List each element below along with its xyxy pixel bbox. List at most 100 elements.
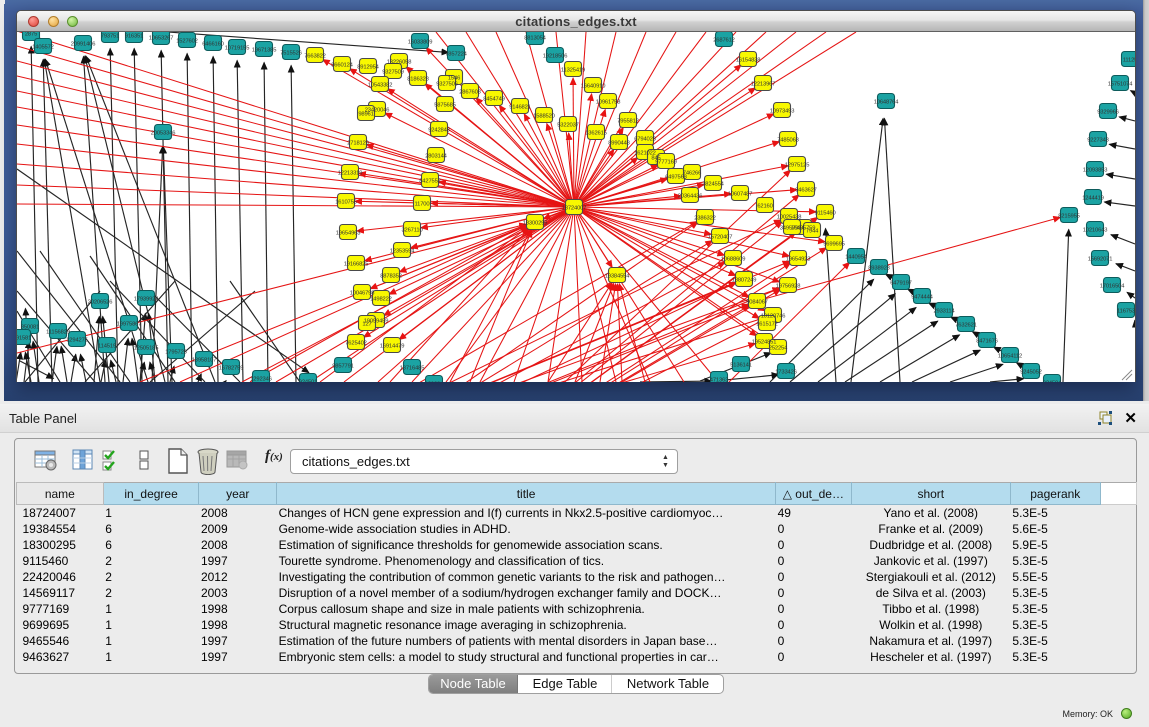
svg-text:11156829: 11156829 [46,330,70,336]
svg-text:19218506: 19218506 [543,54,568,60]
svg-text:13226058: 13226058 [387,60,412,66]
svg-text:252254: 252254 [769,346,788,352]
svg-text:15692071: 15692071 [1088,257,1113,263]
svg-text:8471676: 8471676 [976,339,998,345]
svg-text:6466160: 6466160 [202,42,224,48]
svg-text:10607487: 10607487 [728,192,753,198]
svg-text:8660124: 8660124 [331,63,353,69]
svg-text:20053346: 20053346 [151,131,176,137]
svg-text:98961: 98961 [358,112,373,118]
svg-text:1527602: 1527602 [176,39,198,45]
svg-text:114519: 114519 [98,344,116,350]
svg-text:62160: 62160 [757,204,772,210]
svg-text:2386322: 2386322 [694,216,716,222]
svg-text:471363: 471363 [710,378,728,383]
svg-text:1610755: 1610755 [335,200,357,206]
svg-text:9327506: 9327506 [436,82,458,88]
svg-text:19384554: 19384554 [605,274,631,280]
svg-text:20364436: 20364436 [678,194,703,200]
svg-text:17939924: 17939924 [134,297,160,303]
svg-text:9329966: 9329966 [1097,110,1119,116]
svg-text:2867608: 2867608 [459,90,481,96]
svg-text:19756928: 19756928 [776,284,801,290]
svg-text:9242848: 9242848 [428,128,450,134]
svg-text:10654112: 10654112 [998,354,1022,360]
svg-text:10120746: 10120746 [761,314,786,320]
svg-text:129234: 129234 [425,382,444,383]
svg-text:10025438: 10025438 [777,215,802,221]
svg-text:8454749: 8454749 [483,97,505,103]
svg-text:924501: 924501 [299,380,317,383]
svg-text:7625402: 7625402 [345,341,367,347]
svg-text:7955812: 7955812 [617,119,639,125]
svg-text:746266: 746266 [683,171,701,177]
svg-text:12353594: 12353594 [390,249,416,255]
svg-text:1440954: 1440954 [845,255,867,261]
svg-text:793751: 793751 [101,34,119,40]
svg-text:10688609: 10688609 [721,257,746,263]
svg-text:10210643: 10210643 [1083,228,1108,234]
svg-text:9474444: 9474444 [911,295,933,301]
svg-text:9327509: 9327509 [382,70,404,76]
svg-text:9699695: 9699695 [823,242,845,248]
svg-text:19166825: 19166825 [344,262,369,268]
svg-text:7857224: 7857224 [445,52,467,58]
svg-text:1498222: 1498222 [370,297,392,303]
svg-text:391581: 391581 [17,336,31,342]
svg-text:34957984: 34957984 [780,226,806,232]
svg-text:924504: 924504 [1043,381,1062,383]
svg-text:2687612: 2687612 [713,38,735,44]
svg-text:9146821: 9146821 [509,105,531,111]
svg-text:12213319: 12213319 [338,171,363,177]
svg-text:1733426: 1733426 [775,370,797,376]
svg-text:9777169: 9777169 [655,160,677,166]
svg-text:10653267: 10653267 [149,36,174,42]
svg-text:2718129: 2718129 [347,141,369,147]
svg-text:916351: 916351 [125,34,143,40]
svg-text:1292346: 1292346 [250,377,272,383]
svg-text:11125: 11125 [1123,58,1135,64]
svg-text:12975125: 12975125 [785,163,810,169]
svg-text:19975867: 19975867 [117,322,142,328]
svg-text:12213967: 12213967 [751,82,776,88]
svg-text:1405572: 1405572 [32,45,54,51]
svg-text:3824554: 3824554 [702,182,724,188]
svg-text:850081: 850081 [21,325,39,331]
svg-text:10719155: 10719155 [225,46,250,52]
svg-text:15751074: 15751074 [1108,82,1134,88]
svg-text:13958107: 13958107 [192,358,217,364]
svg-text:2803144: 2803144 [425,154,447,160]
svg-text:10961758: 10961758 [596,100,621,106]
svg-text:8912954: 8912954 [357,65,379,71]
svg-text:8878352: 8878352 [380,274,402,280]
svg-text:8427552: 8427552 [419,179,441,185]
svg-text:12093853: 12093853 [1083,168,1108,174]
svg-text:10543382: 10543382 [368,83,393,89]
svg-text:19671385: 19671385 [252,48,277,54]
svg-text:1362615: 1362615 [585,131,607,137]
svg-text:2933114: 2933114 [933,309,955,315]
svg-text:17016504: 17016504 [1100,284,1126,290]
svg-text:19654963: 19654963 [336,231,361,237]
svg-text:16782759: 16782759 [219,366,244,372]
svg-text:5322037: 5322037 [557,123,579,129]
svg-text:9227343: 9227343 [1087,138,1109,144]
svg-text:9115460: 9115460 [814,211,835,217]
svg-text:1615172: 1615172 [756,322,778,328]
svg-text:1588520: 1588520 [533,114,555,120]
svg-text:18724007: 18724007 [562,206,587,212]
svg-text:8215955: 8215955 [1058,214,1080,220]
svg-text:8938923: 8938923 [868,266,890,272]
svg-text:9084067: 9084067 [746,300,768,306]
svg-text:1795726: 1795726 [165,350,187,356]
svg-text:8813054: 8813054 [524,36,546,42]
svg-text:127: 127 [362,322,371,328]
svg-text:20991406: 20991406 [71,42,96,48]
svg-text:16154838: 16154838 [736,58,761,64]
svg-text:7485063: 7485063 [777,138,799,144]
svg-text:1294275: 1294275 [66,338,88,344]
svg-text:8186328: 8186328 [407,77,429,83]
svg-text:7632621: 7632621 [955,323,977,329]
svg-text:6794028: 6794028 [634,137,656,143]
svg-text:10973493: 10973493 [770,109,795,115]
